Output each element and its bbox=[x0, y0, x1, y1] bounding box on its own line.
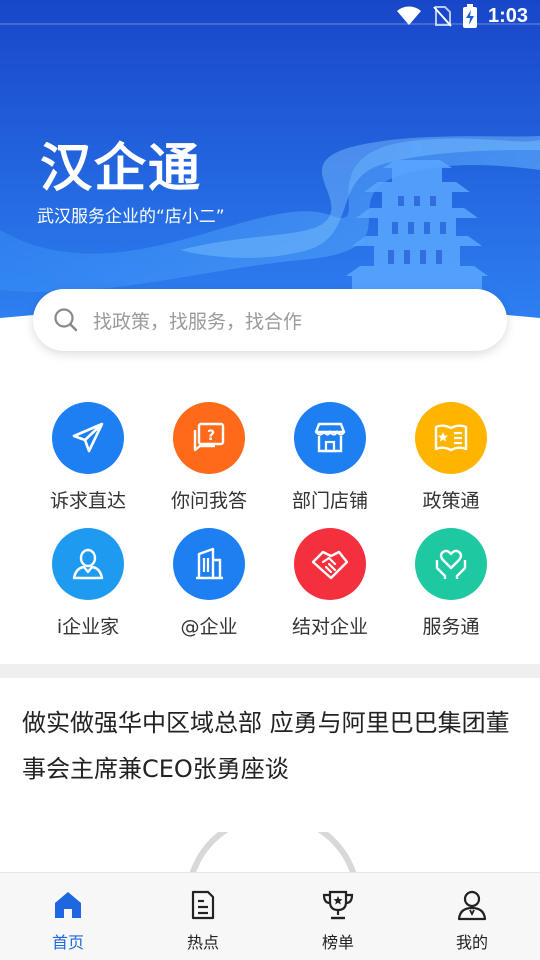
svg-text:?: ? bbox=[207, 428, 215, 444]
app-title: 汉企通 bbox=[40, 139, 203, 199]
bottom-tab-bar: 首页 热点 榜单 我的 bbox=[0, 872, 540, 960]
service-label: 部门店铺 bbox=[291, 490, 368, 512]
search-icon bbox=[54, 308, 78, 332]
news-headline[interactable]: 做实做强华中区域总部 应勇与阿里巴巴集团董事会主席兼CEO张勇座谈 bbox=[22, 700, 522, 792]
tab-hot[interactable]: 热点 bbox=[163, 889, 243, 953]
loading-spinner-icon bbox=[190, 832, 356, 872]
policy-book-icon bbox=[415, 402, 487, 474]
question-chat-icon: ? bbox=[173, 402, 245, 474]
tab-ranking[interactable]: 榜单 bbox=[298, 889, 378, 953]
search-bar[interactable]: 找政策，找服务，找合作 bbox=[33, 289, 507, 351]
service-item-qa[interactable]: ? 你问我答 bbox=[149, 402, 269, 513]
tab-label: 我的 bbox=[455, 933, 488, 952]
handshake-icon bbox=[294, 528, 366, 600]
profile-icon bbox=[457, 890, 487, 921]
trophy-icon bbox=[322, 890, 354, 920]
storefront-icon bbox=[294, 402, 366, 474]
section-divider bbox=[0, 664, 540, 678]
person-icon bbox=[52, 528, 124, 600]
home-icon bbox=[55, 892, 81, 918]
service-item-paired-enterprise[interactable]: 结对企业 bbox=[270, 528, 390, 639]
tab-home[interactable]: 首页 bbox=[28, 889, 108, 953]
service-label: 服务通 bbox=[422, 616, 480, 638]
news-icon bbox=[191, 890, 215, 920]
tab-label: 榜单 bbox=[321, 933, 354, 952]
service-label: @企业 bbox=[180, 616, 238, 638]
service-item-service[interactable]: 服务通 bbox=[391, 528, 511, 639]
app-slogan: 武汉服务企业的“店小二” bbox=[37, 207, 225, 227]
paper-plane-icon bbox=[52, 402, 124, 474]
service-label: 诉求直达 bbox=[49, 490, 126, 512]
search-placeholder: 找政策，找服务，找合作 bbox=[93, 310, 303, 333]
status-bar: 1:03 bbox=[0, 0, 540, 34]
tab-mine[interactable]: 我的 bbox=[432, 889, 512, 953]
service-label: 政策通 bbox=[422, 490, 480, 512]
status-icons: 1:03 bbox=[396, 4, 528, 28]
tab-label: 首页 bbox=[51, 933, 84, 952]
wifi-icon bbox=[396, 6, 421, 25]
status-time: 1:03 bbox=[487, 4, 528, 27]
service-label: i企业家 bbox=[56, 616, 120, 638]
no-sim-icon bbox=[433, 6, 452, 27]
service-item-appeal[interactable]: 诉求直达 bbox=[28, 402, 148, 513]
service-label: 结对企业 bbox=[291, 616, 368, 638]
service-item-entrepreneur[interactable]: i企业家 bbox=[28, 528, 148, 639]
service-item-at-enterprise[interactable]: @企业 bbox=[149, 528, 269, 639]
service-label: 你问我答 bbox=[170, 490, 247, 512]
tab-label: 热点 bbox=[186, 933, 219, 952]
heart-hands-icon bbox=[415, 528, 487, 600]
service-item-dept-store[interactable]: 部门店铺 bbox=[270, 402, 390, 513]
battery-charging-icon bbox=[462, 4, 477, 28]
service-item-policy[interactable]: 政策通 bbox=[391, 402, 511, 513]
building-icon bbox=[173, 528, 245, 600]
